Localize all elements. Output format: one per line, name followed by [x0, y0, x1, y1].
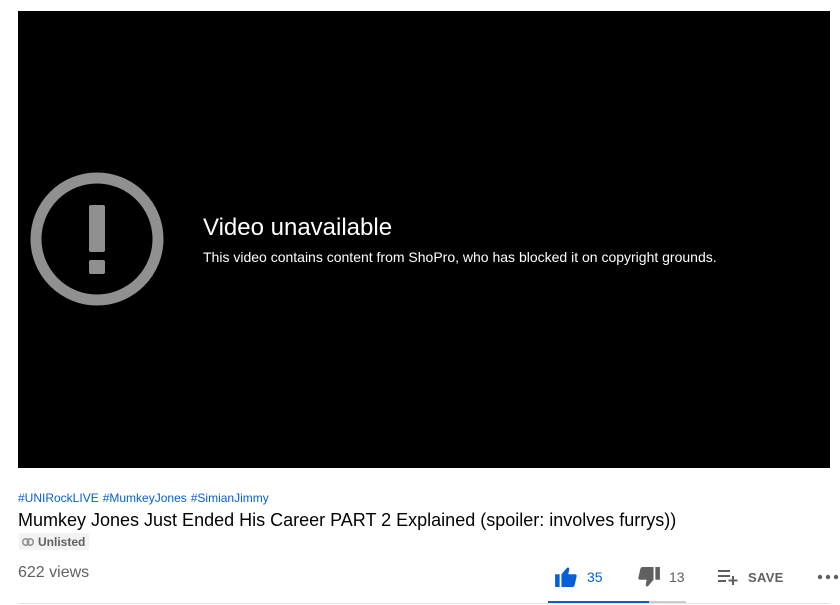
playlist-add-icon	[718, 570, 738, 585]
error-message: This video contains content from ShoPro,…	[203, 249, 717, 265]
like-button[interactable]: 35	[548, 567, 637, 587]
page: Video unavailable This video contains co…	[0, 0, 840, 605]
hashtag-link[interactable]: #MumkeyJones	[103, 491, 187, 505]
save-label: SAVE	[748, 569, 784, 585]
dislike-count: 13	[669, 569, 685, 585]
hashtag-link[interactable]: #SimianJimmy	[191, 491, 269, 505]
video-title: Mumkey Jones Just Ended His Career PART …	[18, 510, 677, 530]
hashtag-link[interactable]: #UNIRockLIVE	[18, 491, 99, 505]
more-actions-button[interactable]	[814, 574, 840, 580]
divider	[18, 603, 830, 604]
thumbs-up-icon	[555, 567, 577, 587]
hashtag-list: #UNIRockLIVE #MumkeyJones #SimianJimmy	[18, 490, 273, 506]
error-title: Video unavailable	[203, 214, 393, 241]
badge-label: Unlisted	[38, 534, 86, 549]
thumbs-down-icon	[638, 567, 660, 587]
action-bar: 35 13 SAVE	[548, 563, 840, 591]
link-icon	[22, 537, 34, 546]
dislike-button[interactable]: 13	[637, 567, 712, 587]
unlisted-badge: Unlisted	[19, 533, 90, 550]
more-horizontal-icon	[817, 574, 839, 580]
like-count: 35	[587, 569, 603, 585]
save-button[interactable]: SAVE	[712, 569, 814, 585]
warning-circle-icon	[30, 172, 164, 306]
video-player[interactable]: Video unavailable This video contains co…	[18, 11, 830, 468]
view-count: 622 views	[18, 564, 90, 581]
